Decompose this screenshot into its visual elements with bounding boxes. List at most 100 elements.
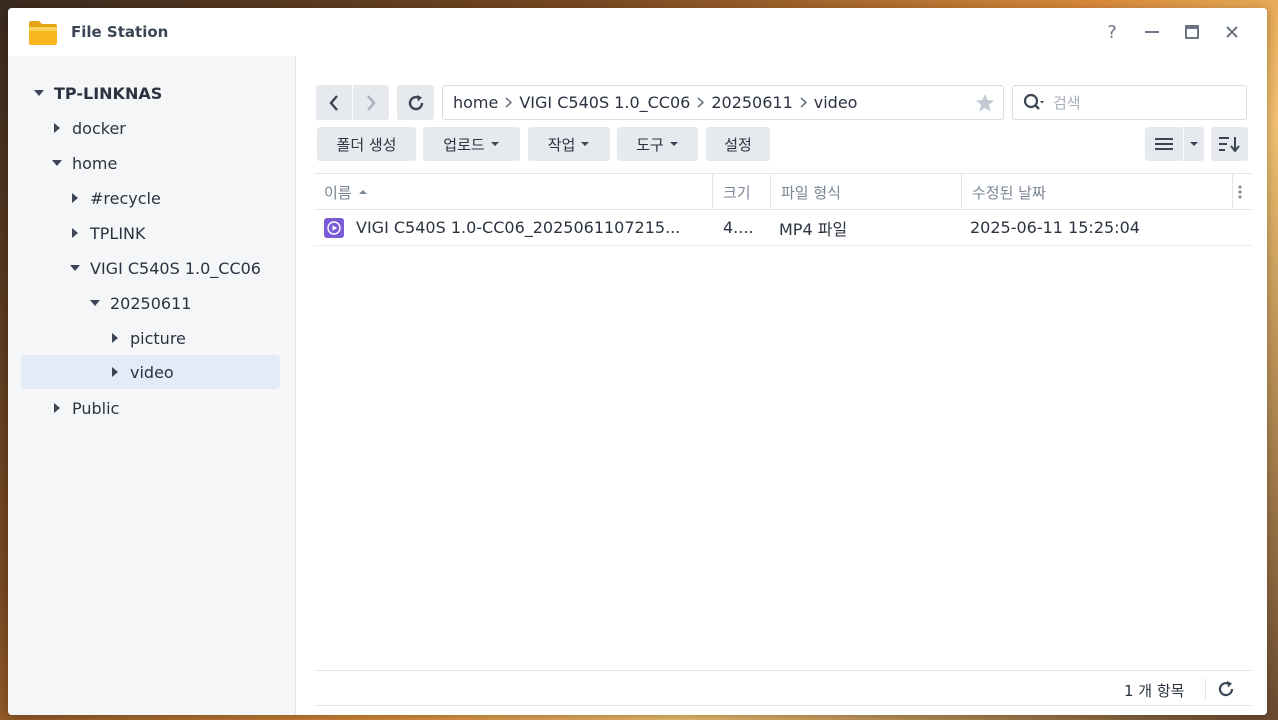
column-header-type-label: 파일 형식 — [781, 183, 841, 202]
column-options-icon[interactable] — [1238, 184, 1242, 204]
breadcrumb[interactable]: home VIGI C540S 1.0_CC06 20250611 video — [442, 85, 1004, 120]
file-size-cell: 4.... — [723, 210, 763, 245]
tree-item-picture[interactable]: picture — [108, 321, 186, 355]
title-bar: File Station ? — [8, 8, 1267, 56]
file-size: 4.... — [723, 218, 754, 237]
chevron-right-icon — [697, 97, 705, 108]
refresh-button[interactable] — [397, 85, 434, 120]
column-header-modified-label: 수정된 날짜 — [972, 183, 1046, 202]
caret-down-icon — [669, 142, 678, 146]
chevron-right-icon — [367, 94, 376, 111]
star-icon[interactable] — [975, 93, 995, 117]
search-input[interactable]: 검색 — [1053, 92, 1081, 113]
file-modified: 2025-06-11 15:25:04 — [970, 218, 1140, 237]
tree-item-label: docker — [72, 118, 126, 138]
sort-icon — [1218, 137, 1240, 152]
file-type-cell: MP4 파일 — [779, 210, 959, 245]
breadcrumb-item[interactable]: home — [453, 93, 498, 112]
sort-button[interactable] — [1211, 127, 1248, 161]
list-view-button[interactable] — [1145, 127, 1183, 161]
tools-label: 도구 — [636, 135, 664, 154]
footer-refresh-icon[interactable] — [1217, 680, 1235, 702]
column-header-size-label: 크기 — [723, 183, 751, 202]
tree-item-label: 20250611 — [110, 293, 192, 313]
table-row[interactable]: VIGI C540S 1.0-CC06_2025061107215... 4..… — [314, 210, 1252, 246]
sort-ascending-icon — [358, 190, 367, 194]
caret-right-icon — [108, 365, 122, 379]
action-button[interactable]: 작업 — [528, 127, 610, 161]
settings-label: 설정 — [724, 135, 752, 154]
tree-item-label: VIGI C540S 1.0_CC06 — [90, 258, 261, 278]
tree-item-label: home — [72, 153, 118, 173]
column-header-name[interactable]: 이름 — [314, 174, 713, 210]
caret-right-icon — [68, 226, 82, 240]
column-header-type[interactable]: 파일 형식 — [771, 174, 962, 210]
column-header-name-label: 이름 — [324, 183, 352, 202]
action-label: 작업 — [547, 135, 576, 154]
create-folder-label: 폴더 생성 — [336, 135, 397, 154]
caret-right-icon — [50, 401, 64, 415]
search-icon[interactable] — [1023, 93, 1045, 113]
back-button[interactable] — [316, 85, 352, 120]
maximize-icon — [1185, 25, 1199, 39]
caret-right-icon — [50, 121, 64, 135]
search-field[interactable]: 검색 — [1012, 85, 1247, 120]
file-name: VIGI C540S 1.0-CC06_2025061107215... — [356, 218, 681, 237]
chevron-left-icon — [329, 94, 338, 111]
tree-item-20250611[interactable]: 20250611 — [88, 286, 191, 320]
breadcrumb-item[interactable]: video — [814, 93, 858, 112]
item-count: 1 개 항목 — [1124, 682, 1185, 700]
video-file-icon — [324, 217, 344, 238]
file-station-window: File Station ? TP-LINKNAS docker home #r… — [8, 8, 1267, 715]
tree-item-label: picture — [130, 328, 186, 348]
caret-down-icon — [1190, 142, 1198, 146]
upload-label: 업로드 — [443, 135, 485, 154]
tree-root-tp-linknas[interactable]: TP-LINKNAS — [32, 76, 162, 110]
folder-tree: TP-LINKNAS docker home #recycle TPLINK V… — [8, 56, 296, 715]
folder-app-icon — [29, 21, 57, 45]
create-folder-button[interactable]: 폴더 생성 — [317, 127, 416, 161]
chevron-right-icon — [505, 97, 513, 108]
file-modified-cell: 2025-06-11 15:25:04 — [970, 210, 1230, 245]
caret-down-icon — [68, 261, 82, 275]
caret-right-icon — [68, 191, 82, 205]
chevron-right-icon — [800, 97, 807, 108]
help-button[interactable]: ? — [1100, 20, 1124, 44]
main-panel: home VIGI C540S 1.0_CC06 20250611 video … — [297, 56, 1267, 715]
tree-item-video[interactable]: video — [21, 355, 280, 389]
breadcrumb-item[interactable]: VIGI C540S 1.0_CC06 — [519, 93, 690, 112]
caret-down-icon — [50, 156, 64, 170]
tree-item-label: Public — [72, 398, 120, 418]
caret-right-icon — [108, 331, 122, 345]
close-icon — [1226, 26, 1238, 38]
file-table-header: 이름 크기 파일 형식 수정된 날짜 — [314, 173, 1252, 210]
tree-item-home[interactable]: home — [50, 146, 117, 180]
view-mode-dropdown[interactable] — [1184, 127, 1204, 161]
tree-item-label: #recycle — [90, 188, 161, 208]
tree-item-vigi[interactable]: VIGI C540S 1.0_CC06 — [68, 251, 261, 285]
breadcrumb-item[interactable]: 20250611 — [711, 93, 792, 112]
tree-item-label: TPLINK — [90, 223, 146, 243]
upload-button[interactable]: 업로드 — [423, 127, 520, 161]
caret-down-icon — [88, 296, 102, 310]
file-type: MP4 파일 — [779, 219, 848, 239]
status-footer: 1 개 항목 — [314, 670, 1252, 706]
caret-down-icon — [490, 142, 499, 146]
column-header-size[interactable]: 크기 — [713, 174, 771, 210]
tree-item-tplink[interactable]: TPLINK — [68, 216, 146, 250]
minimize-button[interactable] — [1140, 20, 1164, 44]
close-button[interactable] — [1220, 20, 1244, 44]
forward-button[interactable] — [353, 85, 389, 120]
column-header-modified[interactable]: 수정된 날짜 — [962, 174, 1233, 210]
maximize-button[interactable] — [1180, 20, 1204, 44]
minimize-icon — [1145, 31, 1159, 33]
tree-item-docker[interactable]: docker — [50, 111, 126, 145]
list-icon — [1155, 138, 1173, 150]
caret-down-icon — [32, 86, 46, 100]
tools-button[interactable]: 도구 — [617, 127, 698, 161]
file-name-cell: VIGI C540S 1.0-CC06_2025061107215... — [324, 210, 704, 245]
tree-item-public[interactable]: Public — [50, 391, 119, 425]
settings-button[interactable]: 설정 — [706, 127, 770, 161]
caret-down-icon — [581, 142, 590, 146]
tree-item-recycle[interactable]: #recycle — [68, 181, 161, 215]
